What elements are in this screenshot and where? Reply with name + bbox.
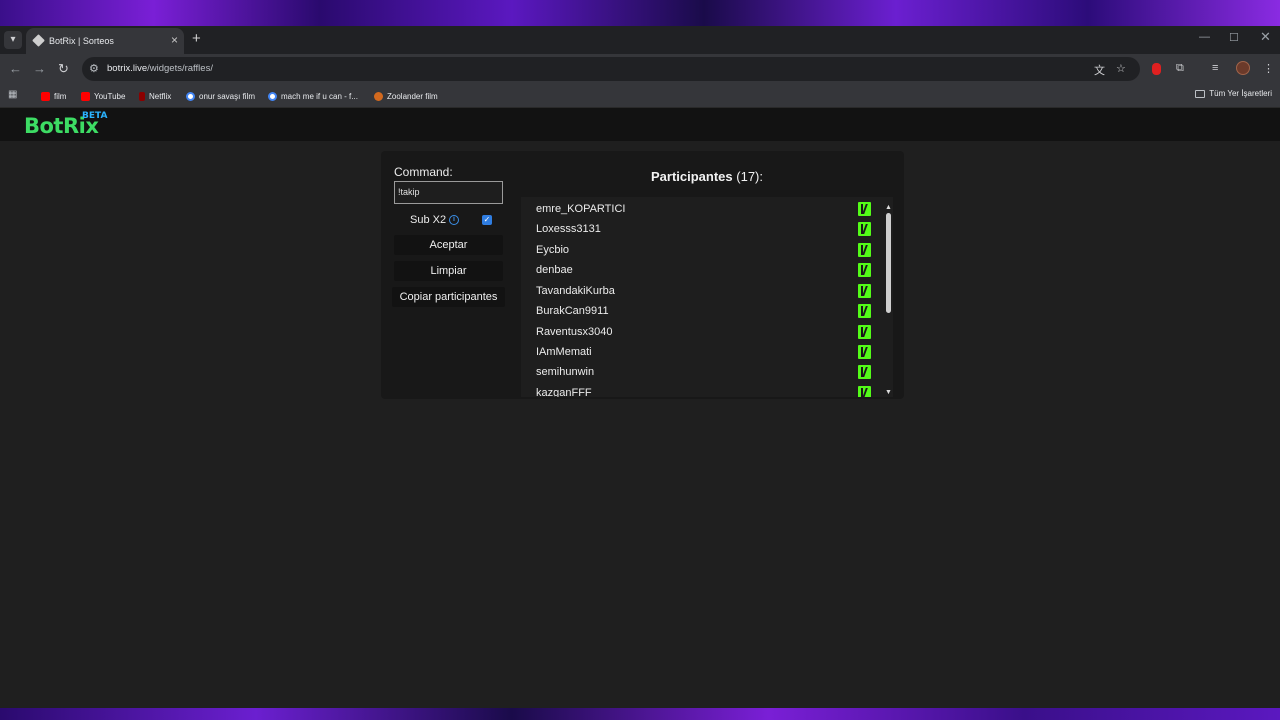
forward-arrow-icon[interactable]: → — [33, 61, 46, 76]
list-item: semihunwin — [536, 362, 871, 382]
scroll-down-arrow-icon[interactable]: ▼ — [885, 389, 892, 396]
copy-participants-button[interactable]: Copiar participantes — [392, 287, 505, 307]
bookmark-onur-savasi[interactable]: onur savaşı film — [186, 89, 255, 103]
info-icon[interactable]: i — [449, 215, 459, 225]
clear-button[interactable]: Limpiar — [394, 261, 503, 281]
back-arrow-icon[interactable]: ← — [9, 61, 22, 76]
bookmark-mach-me[interactable]: mach me if u can - f... — [268, 89, 358, 103]
beta-badge: BETA — [82, 111, 108, 121]
all-bookmarks-folder[interactable]: Tüm Yer İşaretleri — [1195, 89, 1272, 98]
list-item: denbae — [536, 260, 871, 280]
zoolander-icon — [374, 91, 383, 101]
kick-icon — [858, 202, 871, 216]
kick-icon — [858, 222, 871, 236]
tab-botrix-sorteos[interactable]: BotRix | Sorteos × — [26, 28, 184, 54]
site-info-icon[interactable]: ⚙ — [89, 62, 99, 75]
reload-icon[interactable]: ↻ — [58, 61, 69, 77]
bookmark-youtube[interactable]: YouTube — [81, 89, 125, 103]
url-text: botrix.live/widgets/raffles/ — [107, 63, 213, 74]
netflix-icon — [139, 91, 145, 101]
google-icon — [186, 91, 195, 101]
extensions-puzzle-icon[interactable]: ⧉ — [1176, 62, 1184, 75]
tab-search-chevron-icon[interactable]: ▾ — [4, 31, 22, 49]
sub-x2-label: Sub X2 — [410, 214, 447, 226]
list-item: Loxesss3131 — [536, 219, 871, 239]
list-item: kazganFFF — [536, 383, 871, 397]
close-window-icon[interactable]: ✕ — [1260, 29, 1271, 45]
botrix-favicon-icon — [32, 34, 45, 47]
youtube-icon — [81, 91, 90, 101]
raffle-widget: Command: !takip Sub X2 i ✓ Aceptar Limpi… — [381, 151, 904, 399]
list-item: IAmMemati — [536, 342, 871, 362]
new-tab-plus-icon[interactable]: + — [192, 30, 201, 47]
desktop-wallpaper-top — [0, 0, 1280, 26]
kick-icon — [858, 243, 871, 257]
desktop-wallpaper-bottom — [0, 708, 1280, 720]
sub-x2-checkbox[interactable]: ✓ — [482, 215, 492, 225]
media-control-icon[interactable]: ≡ — [1212, 62, 1218, 74]
profile-avatar[interactable] — [1236, 61, 1250, 75]
bookmarks-bar: ▦ film YouTube Netflix onur savaşı film … — [0, 84, 1280, 108]
menu-kebab-icon[interactable]: ⋮ — [1263, 62, 1274, 75]
kick-icon — [858, 304, 871, 318]
browser-window: ▾ BotRix | Sorteos × + — ☐ ✕ ← → ↻ ⚙ bot… — [0, 26, 1280, 708]
kick-icon — [858, 345, 871, 359]
list-item: Raventusx3040 — [536, 322, 871, 342]
browser-toolbar: ← → ↻ ⚙ botrix.live/widgets/raffles/ 文 ☆… — [0, 54, 1280, 84]
kick-icon — [858, 284, 871, 298]
tab-strip: ▾ BotRix | Sorteos × + — ☐ ✕ — [0, 26, 1280, 54]
tab-title: BotRix | Sorteos — [49, 36, 114, 46]
kick-icon — [858, 325, 871, 339]
folder-icon — [1195, 89, 1206, 98]
bookmark-netflix[interactable]: Netflix — [139, 89, 171, 103]
google-icon — [268, 91, 277, 101]
accept-button[interactable]: Aceptar — [394, 235, 503, 255]
list-item: Eycbio — [536, 240, 871, 260]
extension-red-icon[interactable] — [1152, 63, 1161, 75]
kick-icon — [858, 263, 871, 277]
site-header: BotRix BETA — [0, 108, 1280, 141]
minimize-icon[interactable]: — — [1199, 31, 1210, 43]
address-bar[interactable]: ⚙ botrix.live/widgets/raffles/ 文 ☆ — [82, 57, 1140, 81]
list-item: TavandakiKurba — [536, 281, 871, 301]
youtube-icon — [41, 91, 50, 101]
bookmark-star-icon[interactable]: ☆ — [1116, 62, 1126, 75]
tab-close-icon[interactable]: × — [171, 33, 178, 47]
list-item: emre_KOPARTICI — [536, 199, 871, 219]
participants-list[interactable]: emre_KOPARTICI Loxesss3131 Eycbio denbae… — [521, 197, 893, 397]
scroll-up-arrow-icon[interactable]: ▲ — [885, 204, 892, 211]
kick-icon — [858, 386, 871, 397]
bookmark-film[interactable]: film — [41, 89, 66, 103]
list-item: BurakCan9911 — [536, 301, 871, 321]
command-label: Command: — [394, 165, 453, 179]
bookmark-zoolander[interactable]: Zoolander film — [374, 89, 438, 103]
kick-icon — [858, 365, 871, 379]
command-input[interactable]: !takip — [394, 181, 503, 204]
maximize-icon[interactable]: ☐ — [1229, 31, 1239, 44]
page-content: BotRix BETA Command: !takip Sub X2 i ✓ A… — [0, 108, 1280, 708]
apps-grid-icon[interactable]: ▦ — [8, 89, 17, 100]
scrollbar-thumb[interactable] — [886, 213, 891, 313]
participants-heading: Participantes (17): — [650, 169, 763, 184]
translate-icon[interactable]: 文 — [1094, 62, 1105, 78]
